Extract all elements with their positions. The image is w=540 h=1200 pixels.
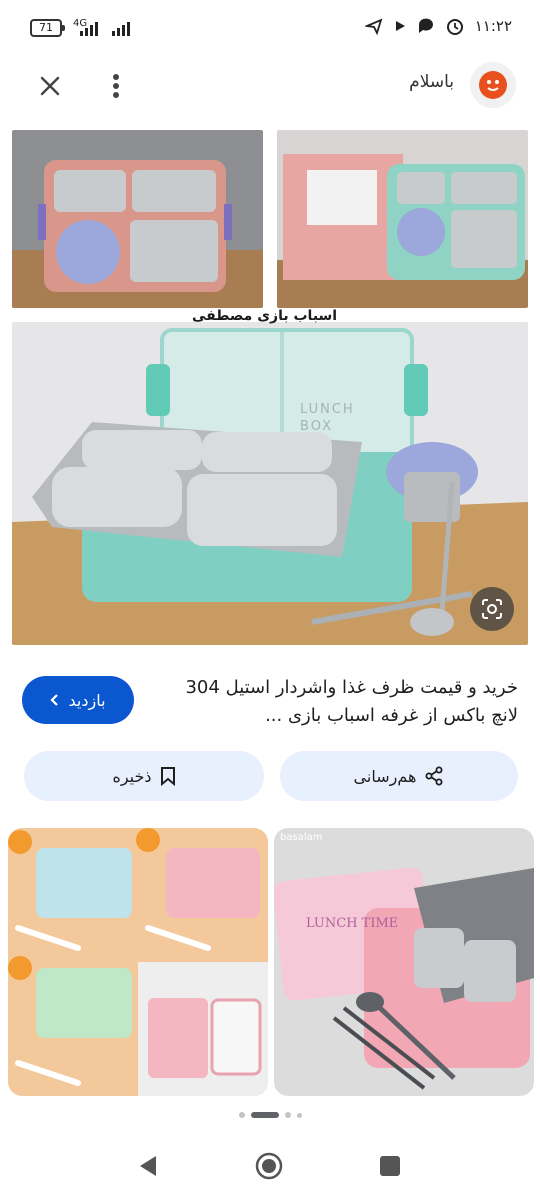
related-caption: LUNCH TIME [306, 916, 399, 931]
image-tile-steel-tray [12, 322, 528, 645]
back-icon[interactable] [134, 1152, 162, 1180]
bookmark-icon [160, 767, 175, 786]
share-label: هم‌رسانی [353, 766, 417, 786]
send-icon [364, 18, 383, 35]
signal-bars-icon-2 [112, 22, 130, 36]
image-tile-pink-box [12, 130, 263, 308]
save-label: ذخیره [112, 766, 152, 786]
chevron-left-icon [50, 694, 59, 706]
status-time: ۱۱:۲۲ [474, 17, 512, 35]
more-vert-icon [113, 74, 119, 98]
related-watermark: basalam [280, 832, 323, 843]
result-title[interactable]: خرید و قیمت ظرف غذا واشردار استیل 304 لا… [158, 674, 518, 730]
page-indicator [0, 1112, 540, 1118]
google-lens-icon [482, 599, 502, 619]
page-dot [284, 1112, 291, 1118]
header: باسلام [0, 58, 540, 110]
visit-label: بازدید [68, 690, 106, 710]
page-dot-active [250, 1112, 279, 1118]
close-icon [40, 76, 60, 96]
box-label-1: LUNCH [300, 402, 355, 417]
image-tile-teal-box [277, 130, 528, 308]
more-options-button[interactable] [96, 66, 136, 106]
lens-button[interactable] [470, 587, 514, 631]
alarm-icon [446, 19, 463, 35]
related-image-right[interactable]: LUNCH TIME basalam [274, 828, 534, 1096]
recent-apps-icon[interactable] [378, 1154, 402, 1178]
page-dot [296, 1112, 302, 1118]
box-label-2: BOX [300, 419, 333, 434]
basalam-logo-icon [479, 71, 507, 99]
status-right: ۱۱:۲۲ [364, 16, 512, 36]
signal-bars-icon [80, 22, 98, 36]
site-name[interactable]: باسلام [409, 72, 454, 92]
close-button[interactable] [30, 66, 70, 106]
chat-icon [418, 18, 433, 33]
battery-level: 71 [39, 21, 53, 34]
site-logo[interactable] [470, 62, 516, 108]
save-button[interactable]: ذخیره [24, 751, 264, 801]
main-image[interactable]: اسباب بازی مصطفی LUNCH BOX [12, 130, 528, 645]
visit-button[interactable]: بازدید [22, 676, 134, 724]
page-dot [238, 1112, 245, 1118]
status-bar: 71 4G ۱۱:۲۲ [0, 0, 540, 58]
image-watermark: اسباب بازی مصطفی [192, 308, 338, 324]
battery-indicator: 71 [30, 19, 65, 37]
system-nav-bar [0, 1140, 540, 1200]
play-icon [395, 21, 405, 31]
related-image-left[interactable] [8, 828, 268, 1096]
home-icon[interactable] [254, 1151, 284, 1181]
share-button[interactable]: هم‌رسانی [280, 751, 518, 801]
share-icon [425, 766, 443, 786]
